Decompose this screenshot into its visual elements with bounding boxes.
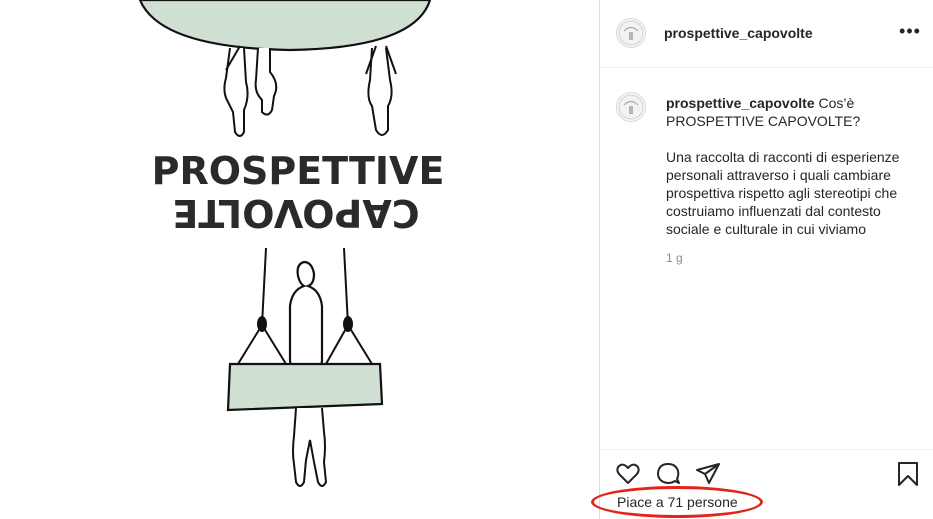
more-options-icon[interactable]: ••• — [898, 22, 922, 46]
illustration: PROSPETTIVE CAPOVOLTE — [138, 0, 445, 487]
illustration-top-legs-left — [223, 47, 249, 137]
bookmark-icon[interactable] — [894, 460, 922, 488]
illustration-swing-seat — [226, 362, 384, 412]
caption-avatar[interactable] — [616, 92, 646, 122]
caption-body: Una raccolta di racconti di esperienze p… — [666, 149, 900, 237]
caption-avatar-logo-icon — [618, 94, 644, 120]
illustration-top-platform — [138, 0, 432, 52]
caption-timestamp[interactable]: 1 g — [666, 251, 683, 265]
caption-username[interactable]: prospettive_capovolte — [666, 95, 815, 111]
illustration-top-legs-mid — [254, 47, 278, 116]
illustration-title-line1: PROSPETTIVE — [152, 149, 445, 193]
share-icon[interactable] — [694, 460, 722, 488]
heart-icon[interactable] — [614, 460, 642, 488]
header-username[interactable]: prospettive_capovolte — [664, 25, 813, 41]
likes-count[interactable]: Piace a 71 persone — [617, 494, 738, 510]
illustration-top-legs-right — [367, 47, 393, 136]
illustration-figure — [288, 260, 324, 370]
avatar-logo-icon — [618, 20, 644, 46]
comment-icon[interactable] — [654, 460, 682, 488]
avatar[interactable] — [616, 18, 646, 48]
post-image[interactable]: PROSPETTIVE CAPOVOLTE — [0, 0, 599, 519]
post-sidebar: prospettive_capovolte ••• prospettive_ca… — [591, 0, 933, 519]
illustration-rope-right — [343, 247, 349, 326]
post-header: prospettive_capovolte ••• — [600, 0, 933, 68]
illustration-rope-left — [261, 247, 267, 326]
post-actions: Piace a 71 persone — [591, 449, 933, 519]
caption-title: prospettive_capovolte Cos’è PROSPETTIVE … — [666, 94, 916, 130]
illustration-title-line2: CAPOVOLTE — [172, 191, 419, 235]
illustration-bottom-legs — [292, 407, 328, 487]
